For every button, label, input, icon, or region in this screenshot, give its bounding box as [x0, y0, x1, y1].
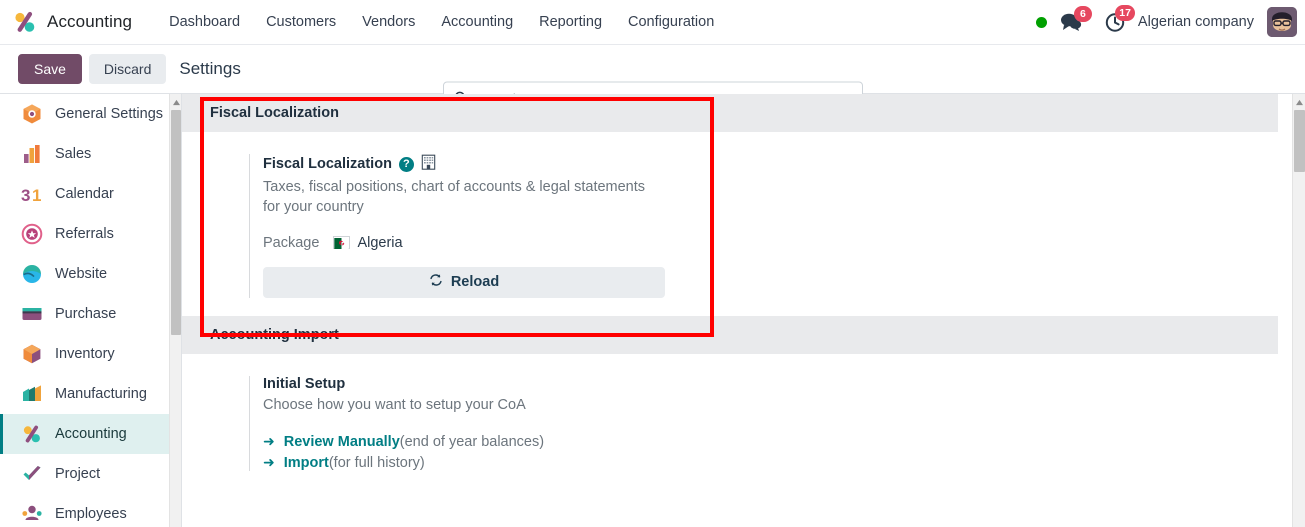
messages-button[interactable]: 6: [1060, 6, 1092, 31]
import-row: ➜ Import(for full history): [263, 454, 669, 471]
accounting-import-block: Accounting Import Initial Setup Choose h…: [182, 315, 1278, 481]
avatar[interactable]: [1267, 7, 1297, 37]
initial-setup-title: Initial Setup: [263, 376, 669, 392]
sidebar-item-label: Website: [55, 266, 108, 282]
fiscal-localization-setting: Fiscal Localization ? Taxes, fiscal posi…: [249, 154, 669, 298]
main-scrollbar-thumb[interactable]: [1294, 110, 1305, 172]
sidebar-item-employees[interactable]: Employees: [0, 494, 181, 527]
sidebar-item-general-settings[interactable]: General Settings: [0, 94, 181, 134]
control-panel: Save Discard Settings: [0, 45, 1305, 115]
sidebar-item-label: Referrals: [55, 226, 114, 242]
page-title: Settings: [179, 59, 241, 78]
discard-button[interactable]: Discard: [88, 54, 167, 84]
arrow-right-icon: ➜: [263, 453, 275, 470]
nav-item-dashboard[interactable]: Dashboard: [156, 8, 253, 36]
messages-badge-count: 6: [1073, 6, 1092, 22]
sidebar-item-label: Employees: [55, 506, 127, 522]
sidebar-item-accounting[interactable]: Accounting: [0, 414, 181, 454]
company-building-icon: [421, 154, 436, 174]
company-switcher[interactable]: Algerian company: [1138, 14, 1254, 30]
workspace: General Settings Sales 3 1 Calendar Refe…: [0, 94, 1305, 527]
refresh-icon: [429, 273, 443, 291]
nav-item-customers[interactable]: Customers: [253, 8, 349, 36]
sidebar-item-manufacturing[interactable]: Manufacturing: [0, 374, 181, 414]
package-label: Package: [263, 234, 320, 251]
sidebar-scrollbar-thumb[interactable]: [171, 110, 181, 335]
flag-algeria-icon: [333, 236, 351, 250]
main-scrollbar[interactable]: [1292, 94, 1305, 527]
accounting-import-block-header: Accounting Import: [182, 315, 1278, 354]
sidebar-item-label: General Settings: [55, 106, 164, 122]
settings-sidebar: General Settings Sales 3 1 Calendar Refe…: [0, 94, 182, 527]
sidebar-item-label: Purchase: [55, 306, 117, 322]
review-manually-row: ➜ Review Manually(end of year balances): [263, 433, 669, 450]
sidebar-item-sales[interactable]: Sales: [0, 134, 181, 174]
website-globe-icon: [21, 263, 43, 285]
initial-setup-setting: Initial Setup Choose how you want to set…: [249, 375, 669, 471]
calendar-31-icon: 3 1: [21, 183, 43, 205]
project-check-icon: [21, 463, 43, 485]
svg-text:1: 1: [32, 186, 41, 205]
review-manually-link[interactable]: Review Manually: [284, 434, 400, 450]
sidebar-item-label: Inventory: [55, 346, 115, 362]
odoo-accounting-logo-icon: [12, 9, 38, 35]
online-status-indicator-icon: [1035, 16, 1047, 28]
review-manually-note: (end of year balances): [399, 433, 545, 450]
fiscal-localization-block-body: Fiscal Localization ? Taxes, fiscal posi…: [182, 132, 1278, 308]
employees-people-icon: [21, 503, 43, 525]
sidebar-item-inventory[interactable]: Inventory: [0, 334, 181, 374]
fiscal-localization-description: Taxes, fiscal positions, chart of accoun…: [263, 179, 646, 216]
brand-name: Accounting: [47, 12, 133, 31]
referrals-shield-icon: [21, 223, 43, 245]
scroll-up-arrow-icon[interactable]: [1294, 96, 1305, 108]
fiscal-localization-block: Fiscal Localization Fiscal Localization …: [182, 94, 1278, 308]
sidebar-item-purchase[interactable]: Purchase: [0, 294, 181, 334]
setting-title-text: Initial Setup: [263, 375, 346, 392]
activities-button[interactable]: 17: [1105, 5, 1135, 32]
activities-badge-count: 17: [1115, 5, 1135, 21]
scroll-up-arrow-icon[interactable]: [171, 96, 181, 108]
accounting-import-block-body: Initial Setup Choose how you want to set…: [182, 353, 1278, 481]
settings-content: Fiscal Localization Fiscal Localization …: [182, 94, 1305, 527]
fiscal-localization-block-header: Fiscal Localization: [182, 94, 1278, 132]
package-value-text: Algeria: [357, 234, 403, 251]
navbar-right-tools: 6 17 Algerian company: [1035, 0, 1297, 44]
help-question-icon[interactable]: ?: [398, 156, 414, 172]
sidebar-item-label: Manufacturing: [55, 386, 147, 402]
brand-home-link[interactable]: Accounting: [0, 0, 132, 44]
fiscal-localization-setting-title: Fiscal Localization ?: [263, 154, 669, 174]
navbar-menu: Dashboard Customers Vendors Accounting R…: [156, 8, 727, 36]
nav-item-configuration[interactable]: Configuration: [615, 8, 727, 36]
arrow-right-icon: ➜: [263, 432, 275, 449]
reload-button[interactable]: Reload: [263, 266, 665, 298]
manufacturing-factory-icon: [21, 383, 43, 405]
save-button[interactable]: Save: [18, 54, 82, 84]
sidebar-item-website[interactable]: Website: [0, 254, 181, 294]
settings-gear-app-icon: [21, 103, 43, 125]
sidebar-item-project[interactable]: Project: [0, 454, 181, 494]
setting-title-text: Fiscal Localization: [263, 156, 392, 172]
top-navbar: Accounting Dashboard Customers Vendors A…: [0, 0, 1305, 45]
nav-item-vendors[interactable]: Vendors: [349, 8, 428, 36]
sidebar-item-label: Project: [55, 466, 101, 482]
inventory-box-icon: [21, 343, 43, 365]
initial-setup-description: Choose how you want to setup your CoA: [263, 396, 526, 413]
sidebar-scrollbar[interactable]: [169, 94, 181, 527]
sidebar-item-label: Calendar: [55, 186, 114, 202]
import-link[interactable]: Import: [284, 455, 329, 471]
package-row: Package Algeria: [263, 235, 669, 251]
sales-bars-icon: [21, 143, 43, 165]
package-value-field[interactable]: Algeria: [333, 234, 403, 251]
purchase-card-icon: [21, 303, 43, 325]
sidebar-item-calendar[interactable]: 3 1 Calendar: [0, 174, 181, 214]
svg-text:3: 3: [21, 186, 30, 205]
import-note: (for full history): [328, 454, 425, 471]
sidebar-item-referrals[interactable]: Referrals: [0, 214, 181, 254]
nav-item-reporting[interactable]: Reporting: [526, 8, 615, 36]
nav-item-accounting[interactable]: Accounting: [428, 8, 526, 36]
sidebar-item-label: Accounting: [55, 426, 127, 442]
sidebar-item-label: Sales: [55, 146, 92, 162]
accounting-percent-icon: [21, 423, 43, 445]
reload-button-label: Reload: [450, 274, 500, 291]
